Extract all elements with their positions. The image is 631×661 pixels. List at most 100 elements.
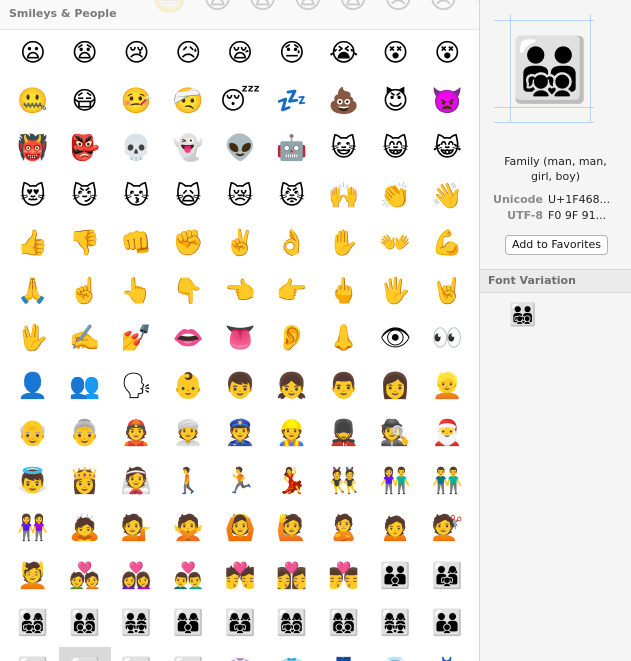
emoji-cell[interactable]: 💏 — [214, 552, 266, 600]
emoji-cell[interactable]: 👆 — [111, 267, 163, 315]
emoji-cell[interactable]: 🙇 — [59, 504, 111, 552]
emoji-cell[interactable]: 👽 — [214, 124, 266, 172]
emoji-cell[interactable]: 🤐 — [7, 77, 59, 125]
emoji-cell[interactable]: 😪 — [214, 29, 266, 77]
emoji-cell[interactable]: 👂 — [266, 314, 318, 362]
emoji-cell[interactable]: 👴 — [7, 409, 59, 457]
emoji-cell[interactable]: 👹 — [7, 124, 59, 172]
emoji-cell[interactable]: 👨‍👩‍👧‍👦 — [7, 599, 59, 647]
emoji-cell[interactable]: 👦 — [214, 362, 266, 410]
emoji-cell[interactable]: 👄 — [162, 314, 214, 362]
emoji-cell[interactable]: 👧 — [266, 362, 318, 410]
emoji-cell[interactable]: 😈 — [370, 77, 422, 125]
emoji-cell[interactable]: 👬 — [421, 457, 473, 505]
emoji-cell[interactable]: 🙍 — [370, 504, 422, 552]
emoji-cell[interactable]: 👪 — [370, 552, 422, 600]
emoji-cell[interactable]: 👺 — [59, 124, 111, 172]
emoji-cell[interactable]: 👖 — [318, 647, 370, 661]
add-to-favorites-button[interactable]: Add to Favorites — [505, 235, 608, 255]
emoji-cell[interactable]: 👀 — [421, 314, 473, 362]
emoji-grid-panel[interactable]: 😬😧😨😩😨😢😣😤 Smileys & People 😦😧😢😥😪😓😭😵😵🤐😷🤒🤕😴… — [0, 0, 480, 661]
emoji-cell[interactable]: 😽 — [111, 172, 163, 220]
emoji-cell[interactable]: 👕 — [266, 647, 318, 661]
emoji-cell-selected[interactable]: 👨‍👨‍👧‍👦 — [58, 646, 111, 661]
emoji-cell[interactable]: 👨‍👩‍👧 — [421, 552, 473, 600]
emoji-cell[interactable]: 👍 — [7, 219, 59, 267]
emoji-cell[interactable]: 👨‍👩‍👧‍👧 — [111, 599, 163, 647]
emoji-cell[interactable]: 🖐 — [370, 267, 422, 315]
emoji-cell[interactable]: 👭 — [7, 504, 59, 552]
emoji-cell[interactable]: 😻 — [7, 172, 59, 220]
emoji-cell[interactable]: 😾 — [266, 172, 318, 220]
emoji-cell[interactable]: 😧 — [59, 29, 111, 77]
emoji-cell[interactable]: 💪 — [421, 219, 473, 267]
emoji-cell[interactable]: 👸 — [59, 457, 111, 505]
emoji-cell[interactable]: 😵 — [421, 29, 473, 77]
emoji-cell[interactable]: 😿 — [214, 172, 266, 220]
emoji-cell[interactable]: 💂 — [318, 409, 370, 457]
emoji-cell[interactable]: ✋ — [318, 219, 370, 267]
font-variation-item[interactable]: 👨‍👨‍👧‍👦 — [508, 300, 538, 330]
emoji-cell[interactable]: 👨‍👨‍👦 — [421, 599, 473, 647]
emoji-cell[interactable]: 🤘 — [421, 267, 473, 315]
emoji-cell[interactable]: 👥 — [59, 362, 111, 410]
emoji-cell[interactable]: 👷 — [266, 409, 318, 457]
emoji-cell[interactable]: 👊 — [111, 219, 163, 267]
emoji-cell[interactable]: 😹 — [421, 124, 473, 172]
emoji-cell[interactable]: 🕵 — [370, 409, 422, 457]
emoji-cell[interactable]: 💆 — [7, 552, 59, 600]
emoji-cell[interactable]: 💤 — [266, 77, 318, 125]
emoji-cell[interactable]: 👫 — [370, 457, 422, 505]
emoji-cell[interactable]: 💅 — [111, 314, 163, 362]
emoji-cell[interactable]: 🙆 — [214, 504, 266, 552]
emoji-cell[interactable]: 👨‍❤️‍👨 — [162, 552, 214, 600]
emoji-cell[interactable]: 🙌 — [318, 172, 370, 220]
emoji-cell[interactable]: 👩‍👩‍👧‍👧 — [370, 599, 422, 647]
emoji-cell[interactable]: 🎅 — [421, 409, 473, 457]
emoji-cell[interactable]: 💀 — [111, 124, 163, 172]
emoji-cell[interactable]: 👋 — [421, 172, 473, 220]
emoji-cell[interactable]: 🙅 — [162, 504, 214, 552]
emoji-cell[interactable]: 👯 — [318, 457, 370, 505]
emoji-cell[interactable]: 💃 — [266, 457, 318, 505]
emoji-cell[interactable]: 😓 — [266, 29, 318, 77]
emoji-cell[interactable]: 👎 — [59, 219, 111, 267]
emoji-cell[interactable]: 💩 — [318, 77, 370, 125]
emoji-cell[interactable]: 👰 — [111, 457, 163, 505]
emoji-cell[interactable]: 👩 — [370, 362, 422, 410]
emoji-cell[interactable]: 👩‍❤️‍💋‍👩 — [266, 552, 318, 600]
emoji-cell[interactable]: 👨‍👨‍👦‍👦 — [111, 647, 163, 661]
emoji-cell[interactable]: 👐 — [370, 219, 422, 267]
emoji-cell[interactable]: 🖕 — [318, 267, 370, 315]
emoji-cell[interactable]: 🚶 — [162, 457, 214, 505]
emoji-cell[interactable]: 😼 — [59, 172, 111, 220]
emoji-cell[interactable]: 🤒 — [111, 77, 163, 125]
emoji-cell[interactable]: 👩‍👩‍👧‍👦 — [266, 599, 318, 647]
emoji-cell[interactable]: ✌️ — [214, 219, 266, 267]
emoji-cell[interactable]: ✍️ — [59, 314, 111, 362]
emoji-cell[interactable]: 👱 — [421, 362, 473, 410]
emoji-cell[interactable]: 👤 — [7, 362, 59, 410]
emoji-cell[interactable]: 👶 — [162, 362, 214, 410]
emoji-cell[interactable]: 😸 — [370, 124, 422, 172]
emoji-cell[interactable]: 👩‍❤️‍👩 — [111, 552, 163, 600]
emoji-cell[interactable]: 🖖 — [7, 314, 59, 362]
emoji-cell[interactable]: 👃 — [318, 314, 370, 362]
emoji-cell[interactable]: 👗 — [421, 647, 473, 661]
emoji-cell[interactable]: 👁 — [370, 314, 422, 362]
emoji-cell[interactable]: 😭 — [318, 29, 370, 77]
emoji-cell[interactable]: 👉 — [266, 267, 318, 315]
emoji-cell[interactable]: 👨 — [318, 362, 370, 410]
emoji-cell[interactable]: 🙏 — [7, 267, 59, 315]
emoji-cell[interactable]: 👈 — [214, 267, 266, 315]
emoji-cell[interactable]: 👅 — [214, 314, 266, 362]
emoji-cell[interactable]: 👏 — [370, 172, 422, 220]
emoji-cell[interactable]: 👩‍👩‍👦‍👦 — [318, 599, 370, 647]
emoji-cell[interactable]: 💇 — [421, 504, 473, 552]
emoji-cell[interactable]: 🙋 — [266, 504, 318, 552]
emoji-cell[interactable]: 👚 — [214, 647, 266, 661]
emoji-cell[interactable]: 🙀 — [162, 172, 214, 220]
emoji-cell[interactable]: 😴 — [214, 77, 266, 125]
emoji-cell[interactable]: 👻 — [162, 124, 214, 172]
emoji-cell[interactable]: 👿 — [421, 77, 473, 125]
